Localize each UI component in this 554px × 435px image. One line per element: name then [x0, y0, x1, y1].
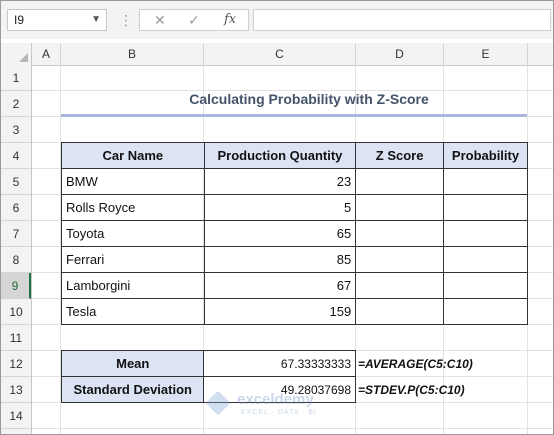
- header-car-name[interactable]: Car Name: [61, 142, 205, 169]
- data-table: Car Name Production Quantity Z Score Pro…: [61, 142, 528, 325]
- column-header-c[interactable]: C: [204, 43, 356, 65]
- table-row: Tesla 159: [61, 298, 528, 325]
- cell-car-name[interactable]: Ferrari: [61, 246, 205, 273]
- cell-z-score[interactable]: [355, 168, 445, 195]
- cell-car-name[interactable]: Tesla: [61, 298, 205, 325]
- row-header-12[interactable]: 12: [1, 351, 31, 377]
- cell-z-score[interactable]: [355, 298, 445, 325]
- cell-z-score[interactable]: [355, 194, 445, 221]
- cell-probability[interactable]: [443, 220, 528, 247]
- watermark-tagline: EXCEL · DATA · BI: [241, 409, 317, 416]
- cell-z-score[interactable]: [355, 220, 445, 247]
- column-header-a[interactable]: A: [32, 43, 61, 65]
- title-underline: [61, 114, 527, 117]
- cell-quantity[interactable]: 65: [203, 220, 357, 247]
- row-header-2[interactable]: 2: [1, 91, 31, 117]
- chevron-down-icon[interactable]: ▼: [91, 10, 101, 30]
- row-header-8[interactable]: 8: [1, 247, 31, 273]
- table-row: Rolls Royce 5: [61, 194, 528, 221]
- row-header-3[interactable]: 3: [1, 117, 31, 143]
- cell-quantity[interactable]: 23: [203, 168, 357, 195]
- spreadsheet-window: I9 ▼ ⋮ ✕ ✓ fx A B C D E 1 2 3 4 5 6 7 8 …: [0, 0, 554, 435]
- cell-car-name[interactable]: Toyota: [61, 220, 205, 247]
- table-row: Lamborgini 67: [61, 272, 528, 299]
- row-header-14[interactable]: 14: [1, 403, 31, 429]
- enter-icon[interactable]: ✓: [188, 10, 200, 30]
- row-header-5[interactable]: 5: [1, 169, 31, 195]
- cell-probability[interactable]: [443, 168, 528, 195]
- column-header-e[interactable]: E: [444, 43, 528, 65]
- row-header-13[interactable]: 13: [1, 377, 31, 403]
- column-header-bar: A B C D E: [1, 43, 553, 66]
- std-dev-label[interactable]: Standard Deviation: [60, 376, 205, 403]
- cell-quantity[interactable]: 5: [203, 194, 357, 221]
- table-header-row: Car Name Production Quantity Z Score Pro…: [61, 142, 528, 169]
- column-header-next[interactable]: [528, 43, 553, 65]
- insert-function-icon[interactable]: fx: [224, 10, 236, 30]
- cell-quantity[interactable]: 67: [203, 272, 357, 299]
- header-z-score[interactable]: Z Score: [355, 142, 445, 169]
- table-row: BMW 23: [61, 168, 528, 195]
- row-header-10[interactable]: 10: [1, 299, 31, 325]
- mean-row: Mean 67.33333333: [60, 350, 356, 377]
- cell-quantity[interactable]: 85: [203, 246, 357, 273]
- row-header-6[interactable]: 6: [1, 195, 31, 221]
- formula-input[interactable]: [253, 9, 551, 31]
- cancel-icon[interactable]: ✕: [154, 10, 166, 30]
- cell-probability[interactable]: [443, 298, 528, 325]
- cell-z-score[interactable]: [355, 246, 445, 273]
- cell-probability[interactable]: [443, 246, 528, 273]
- name-box-value: I9: [14, 13, 25, 27]
- formula-buttons: ✕ ✓ fx: [139, 9, 249, 31]
- gridline: [32, 428, 553, 429]
- column-header-d[interactable]: D: [356, 43, 444, 65]
- select-all-button[interactable]: [1, 43, 32, 65]
- row-header-7[interactable]: 7: [1, 221, 31, 247]
- mean-value[interactable]: 67.33333333: [203, 350, 356, 377]
- row-header-11[interactable]: 11: [1, 325, 31, 351]
- cell-z-score[interactable]: [355, 272, 445, 299]
- std-dev-formula-note: =STDEV.P(C5:C10): [358, 383, 465, 397]
- row-header-4[interactable]: 4: [1, 143, 31, 169]
- cell-quantity[interactable]: 159: [203, 298, 357, 325]
- mean-formula-note: =AVERAGE(C5:C10): [358, 357, 473, 371]
- mean-label[interactable]: Mean: [60, 350, 205, 377]
- cell-car-name[interactable]: Rolls Royce: [61, 194, 205, 221]
- sheet-title: Calculating Probability with Z-Score: [189, 91, 429, 107]
- row-header-9[interactable]: 9: [1, 273, 31, 299]
- formula-bar: I9 ▼ ⋮ ✕ ✓ fx: [1, 1, 553, 39]
- table-row: Toyota 65: [61, 220, 528, 247]
- watermark-name: exceldemy: [237, 391, 314, 408]
- row-header-1[interactable]: 1: [1, 65, 31, 91]
- row-header-bar: 1 2 3 4 5 6 7 8 9 10 11 12 13 14: [1, 65, 32, 434]
- exceldemy-logo-icon: [205, 390, 231, 416]
- column-header-b[interactable]: B: [61, 43, 204, 65]
- header-production-quantity[interactable]: Production Quantity: [203, 142, 357, 169]
- watermark: exceldemy EXCEL · DATA · BI: [205, 389, 347, 419]
- name-box[interactable]: I9 ▼: [7, 9, 107, 31]
- cell-probability[interactable]: [443, 272, 528, 299]
- header-probability[interactable]: Probability: [443, 142, 528, 169]
- more-options-icon: ⋮: [119, 12, 133, 28]
- cell-probability[interactable]: [443, 194, 528, 221]
- cell-car-name[interactable]: Lamborgini: [61, 272, 205, 299]
- table-row: Ferrari 85: [61, 246, 528, 273]
- cell-car-name[interactable]: BMW: [61, 168, 205, 195]
